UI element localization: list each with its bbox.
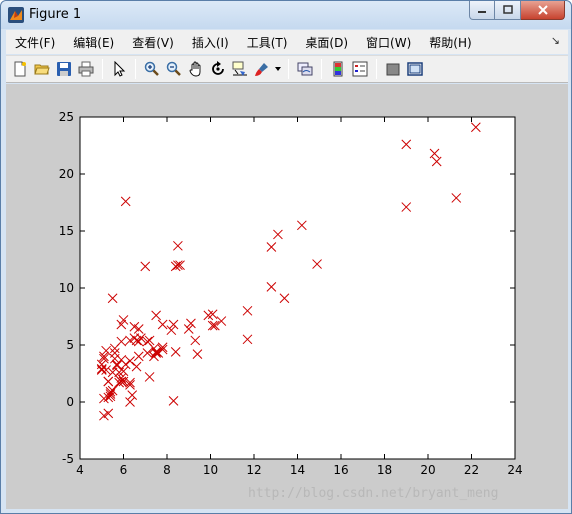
window-controls	[469, 1, 565, 20]
new-figure-button[interactable]	[9, 58, 31, 80]
new-figure-icon	[14, 61, 26, 77]
maximize-button[interactable]	[495, 1, 521, 20]
menu-insert[interactable]: 插入(I)	[183, 34, 238, 51]
insert-colorbar-button[interactable]	[327, 58, 349, 80]
close-button[interactable]	[521, 1, 565, 20]
show-plot-tools-button[interactable]	[404, 58, 426, 80]
x-tick-label: 20	[420, 463, 435, 477]
rotate-3d-button[interactable]	[207, 58, 229, 80]
maximize-icon	[502, 5, 513, 14]
zoom-in-button[interactable]	[141, 58, 163, 80]
x-tick-label: 4	[76, 463, 84, 477]
x-tick-label: 22	[464, 463, 479, 477]
brush-menu-button[interactable]	[273, 58, 283, 80]
edit-plot-button[interactable]	[108, 58, 130, 80]
menu-help[interactable]: 帮助(H)	[420, 34, 480, 51]
dock-arrow-icon[interactable]: ↘	[551, 34, 560, 47]
link-plot-icon	[297, 62, 313, 76]
toolbar-separator	[135, 59, 136, 79]
brush-icon	[255, 63, 268, 76]
menu-bar: 文件(F) 编辑(E) 查看(V) 插入(I) 工具(T) 桌面(D) 窗口(W…	[6, 30, 568, 54]
matlab-icon	[8, 7, 24, 23]
x-tick-label: 24	[507, 463, 522, 477]
x-tick-label: 14	[290, 463, 305, 477]
y-tick-label: 20	[59, 167, 74, 181]
menu-edit[interactable]: 编辑(E)	[64, 34, 123, 51]
save-button[interactable]	[53, 58, 75, 80]
chevron-down-icon	[275, 67, 281, 71]
figure-toolbar	[6, 55, 568, 83]
insert-legend-button[interactable]	[349, 58, 371, 80]
minimize-button[interactable]	[469, 1, 495, 20]
y-tick-label: 10	[59, 281, 74, 295]
y-tick-label: 0	[66, 395, 74, 409]
hide-plot-tools-button[interactable]	[382, 58, 404, 80]
menu-tools[interactable]: 工具(T)	[238, 34, 297, 51]
watermark-text: http://blog.csdn.net/bryant_meng	[248, 486, 499, 501]
figure-window: Figure 1 文件(F) 编辑(E) 查看(V) 插入(I) 工具(T) 桌…	[0, 0, 572, 514]
close-icon	[537, 5, 548, 15]
insert-legend-icon	[352, 61, 368, 77]
window-title: Figure 1	[29, 7, 82, 22]
toolbar-separator	[102, 59, 103, 79]
save-icon	[57, 62, 71, 76]
x-tick-label: 8	[163, 463, 171, 477]
link-plot-button[interactable]	[294, 58, 316, 80]
show-plot-tools-icon	[407, 62, 423, 76]
print-icon	[78, 61, 94, 77]
print-button[interactable]	[75, 58, 97, 80]
rotate-3d-icon	[212, 61, 224, 75]
edit-plot-icon	[114, 61, 126, 77]
y-tick-label: -5	[62, 452, 74, 466]
menu-view[interactable]: 查看(V)	[123, 34, 183, 51]
zoom-in-icon	[144, 61, 159, 76]
menu-window[interactable]: 窗口(W)	[357, 34, 420, 51]
scatter-plot[interactable]: 4 6 8 10 12 14 16 18 20 22 24 -5 0 5 10 15 20 25	[6, 84, 568, 509]
minimize-icon	[478, 11, 486, 13]
pan-icon	[189, 61, 201, 77]
data-cursor-button[interactable]	[229, 58, 251, 80]
toolbar-separator	[288, 59, 289, 79]
zoom-out-icon	[166, 61, 181, 76]
open-file-icon	[34, 64, 50, 75]
y-tick-label: 25	[59, 110, 74, 124]
y-tick-label: 5	[66, 338, 74, 352]
insert-colorbar-icon	[333, 61, 343, 77]
x-tick-label: 6	[120, 463, 128, 477]
zoom-out-button[interactable]	[163, 58, 185, 80]
hide-plot-tools-icon	[386, 63, 400, 76]
toolbar-separator	[321, 59, 322, 79]
x-tick-label: 16	[333, 463, 348, 477]
title-bar[interactable]: Figure 1	[1, 1, 571, 29]
figure-canvas[interactable]: 4 6 8 10 12 14 16 18 20 22 24 -5 0 5 10 15 20 25 http://b…	[6, 84, 568, 509]
pan-button[interactable]	[185, 58, 207, 80]
open-file-button[interactable]	[31, 58, 53, 80]
y-tick-label: 15	[59, 224, 74, 238]
x-tick-label: 12	[246, 463, 261, 477]
x-tick-label: 10	[203, 463, 218, 477]
x-tick-label: 18	[377, 463, 392, 477]
menu-desktop[interactable]: 桌面(D)	[296, 34, 357, 51]
axes-box	[79, 116, 516, 460]
brush-button[interactable]	[251, 58, 273, 80]
toolbar-separator	[376, 59, 377, 79]
menu-file[interactable]: 文件(F)	[6, 34, 64, 51]
data-cursor-icon	[232, 61, 247, 76]
